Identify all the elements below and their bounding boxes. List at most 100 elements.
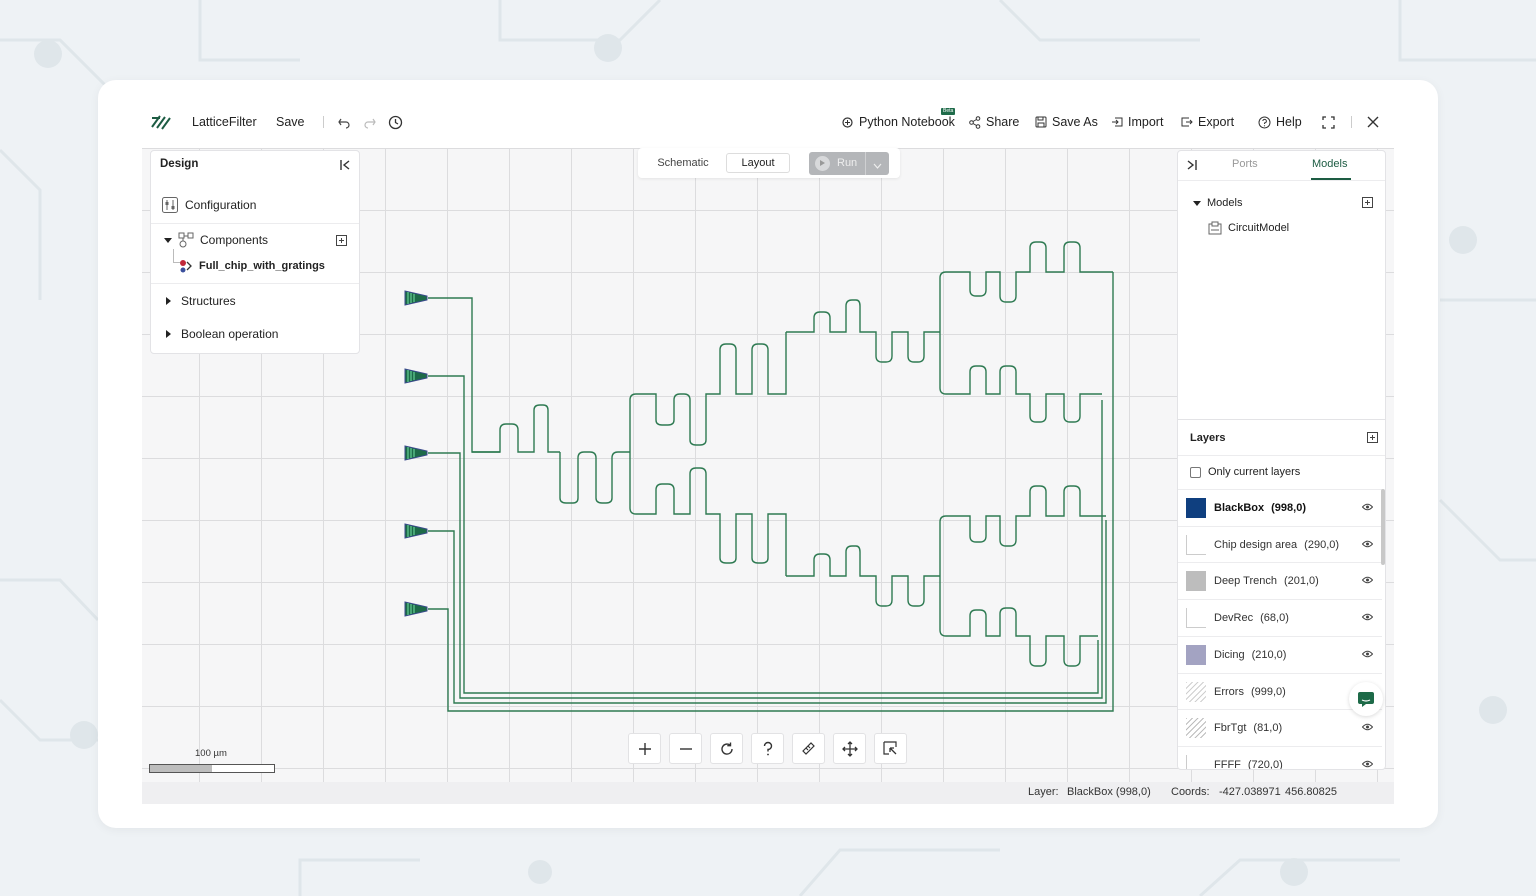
tab-layout[interactable]: Layout [726,153,790,173]
layer-swatch [1186,608,1206,629]
layer-list-scrollbar[interactable] [1381,489,1385,565]
add-model-icon[interactable] [1362,197,1373,211]
ruler-icon[interactable] [792,733,825,764]
save-icon [1035,116,1047,128]
logo-icon[interactable] [150,104,172,140]
layer-row[interactable]: DevRec (68,0) [1178,599,1382,636]
models-header: Models [1207,197,1243,209]
layer-name: Dicing [1214,648,1245,661]
coords-label: Coords: [1171,786,1210,798]
component-item-full-chip[interactable]: Full_chip_with_gratings [179,257,387,275]
help-label: Help [1276,115,1302,129]
add-component-icon[interactable] [336,235,347,249]
move-icon[interactable] [833,733,866,764]
layer-row[interactable]: Chip design area (290,0) [1178,525,1382,563]
circuit-model-icon [1208,221,1222,235]
only-current-layers-label: Only current layers [1208,466,1301,478]
coord-x: -427.038971 [1219,786,1281,798]
tab-schematic[interactable]: Schematic [646,153,720,173]
eye-icon[interactable] [1361,575,1374,587]
fullscreen-icon[interactable] [1322,104,1335,140]
divider [1178,419,1385,420]
save-button[interactable]: Save [276,104,305,140]
share-button[interactable]: Share [969,104,1019,140]
redo-icon[interactable] [363,104,377,140]
import-button[interactable]: Import [1111,104,1163,140]
layer-name: Chip design area [1214,538,1298,551]
only-current-layers[interactable]: Only current layers [1190,466,1300,478]
models-toggle[interactable]: Models [1193,197,1242,209]
layer-code: (68,0) [1260,612,1289,625]
history-icon[interactable] [388,104,403,140]
layer-row[interactable]: FbrTgt (81,0) [1178,709,1382,746]
boolean-operation-toggle[interactable]: Boolean operation [166,325,374,343]
layer-row[interactable]: Deep Trench (201,0) [1178,562,1382,599]
eye-icon[interactable] [1361,539,1374,551]
only-current-layers-checkbox[interactable] [1190,466,1201,478]
chevron-down-icon [1193,200,1201,206]
layer-swatch [1186,498,1206,518]
layer-swatch [1186,534,1206,555]
undo-icon[interactable] [337,104,351,140]
question-icon[interactable] [751,733,784,764]
refresh-icon[interactable] [710,733,743,764]
configuration-item[interactable]: Configuration [162,196,370,214]
save-as-label: Save As [1052,115,1098,129]
save-as-button[interactable]: Save As [1035,104,1098,140]
layer-row[interactable]: BlackBox (998,0) [1178,489,1382,526]
export-icon [1181,117,1193,127]
python-notebook-button[interactable]: Python Notebook [841,104,955,140]
layer-swatch [1186,644,1206,665]
tab-ports[interactable]: Ports [1232,158,1258,170]
eye-icon[interactable] [1361,649,1374,661]
chevron-down-icon [164,237,172,243]
help-icon [1258,116,1271,128]
eye-icon[interactable] [1361,612,1374,624]
tab-models[interactable]: Models [1312,158,1347,170]
scale-bar [149,764,275,773]
help-button[interactable]: Help [1258,104,1302,140]
layer-row[interactable]: Dicing (210,0) [1178,635,1382,673]
structures-toggle[interactable]: Structures [166,292,374,310]
model-item-circuit[interactable]: CircuitModel [1208,221,1289,235]
status-bar: Layer: BlackBox (998,0) Coords: -427.038… [142,782,1394,804]
share-icon [969,115,981,129]
eye-icon[interactable] [1361,759,1374,769]
component-item-label: Full_chip_with_gratings [199,260,325,272]
divider [1178,180,1385,181]
canvas-toolbar [628,733,907,764]
structures-label: Structures [181,294,236,308]
select-icon[interactable] [874,733,907,764]
add-layer-icon[interactable] [1367,432,1378,446]
import-label: Import [1128,115,1164,129]
export-button[interactable]: Export [1181,104,1234,140]
layer-name: FbrTgt [1214,722,1247,735]
eye-icon[interactable] [1361,722,1374,734]
chevron-down-icon[interactable] [873,160,882,172]
zoom-in-icon[interactable] [628,733,661,764]
export-label: Export [1198,115,1235,129]
zoom-out-icon[interactable] [669,733,702,764]
collapse-panel-icon[interactable] [339,159,351,174]
app-title[interactable]: LatticeFilter [192,104,257,140]
layer-list[interactable]: BlackBox (998,0) Chip design area (290,0) De… [1178,489,1382,769]
design-panel: Design Configuration Components Full_chi… [150,150,360,354]
divider [151,283,359,284]
components-icon [178,232,194,248]
play-icon [815,156,830,171]
configuration-label: Configuration [185,198,257,212]
run-label: Run [837,157,858,169]
boolean-operation-label: Boolean operation [181,327,279,341]
chevron-right-icon [166,297,171,305]
divider [1351,116,1352,128]
grating-couplers [404,290,428,617]
chat-icon[interactable] [1349,682,1383,716]
eye-icon[interactable] [1361,502,1374,514]
layer-row[interactable]: FFFF (720,0) [1178,745,1382,769]
layer-swatch [1186,681,1206,702]
close-icon[interactable] [1367,104,1379,140]
chevron-right-icon [166,330,171,338]
collapse-right-panel-icon[interactable] [1186,159,1198,174]
notebook-icon [842,116,853,128]
run-button[interactable]: Run [809,152,889,175]
